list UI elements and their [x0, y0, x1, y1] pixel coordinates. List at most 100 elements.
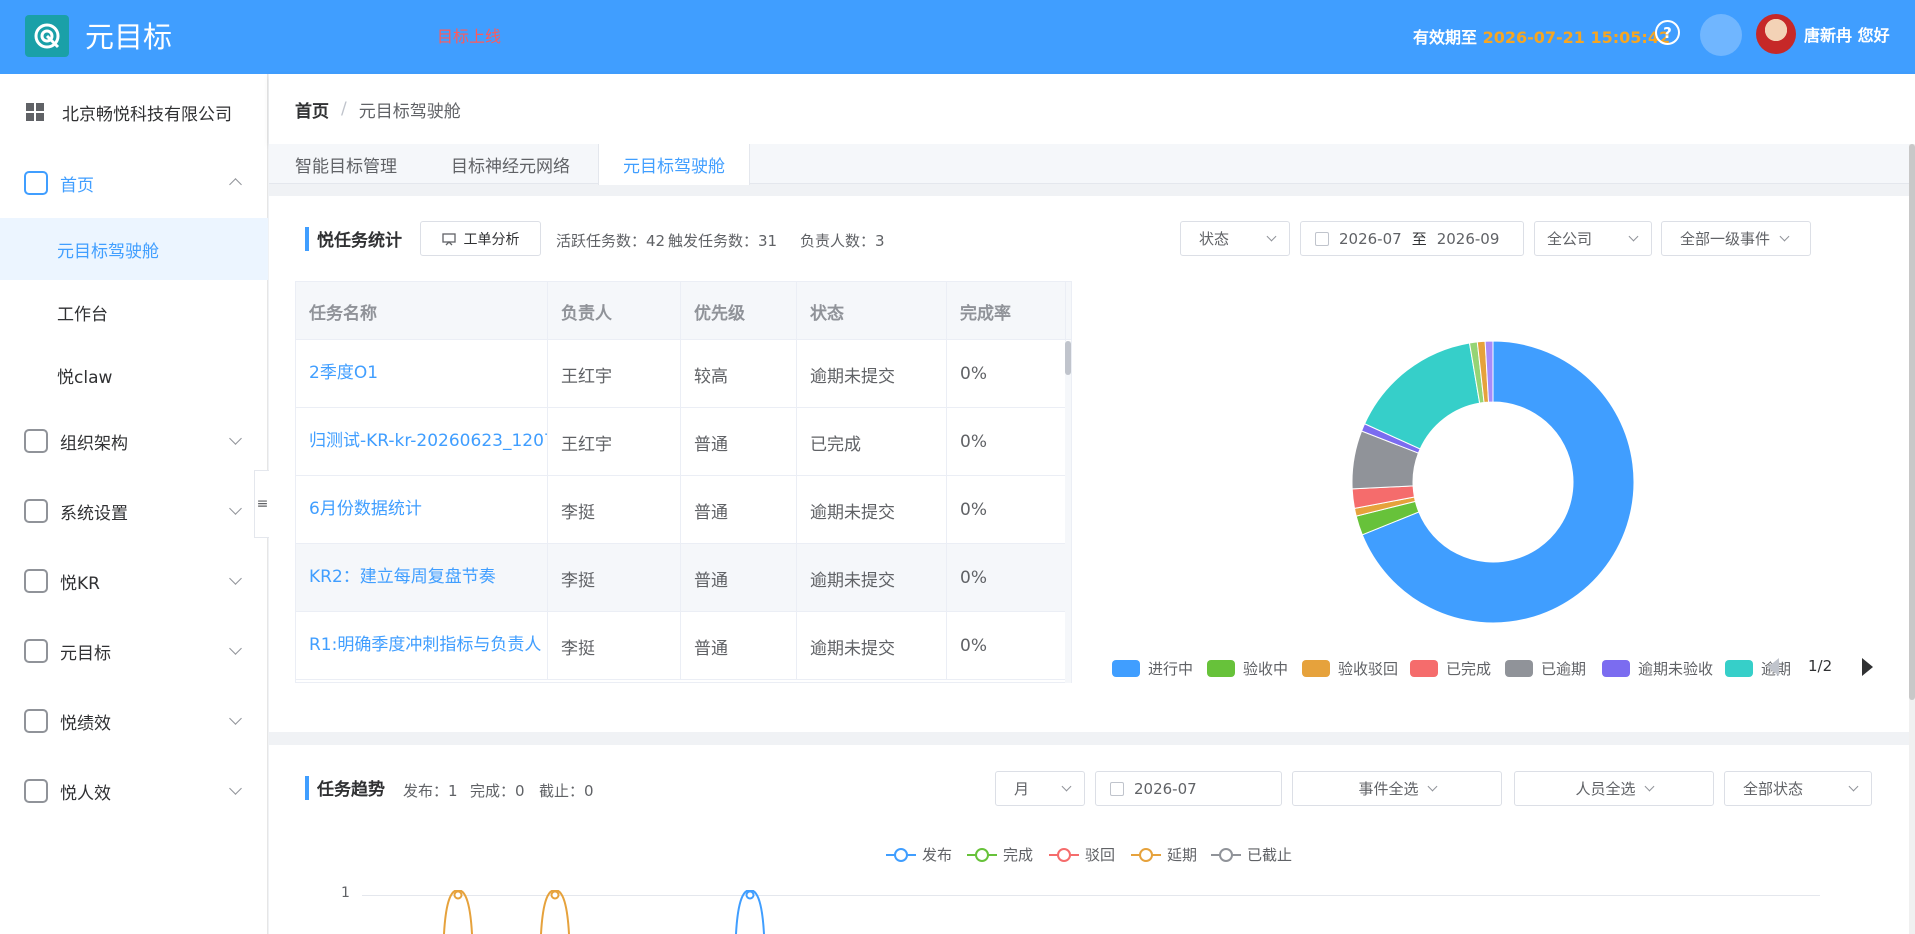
legend-marker-icon [1211, 847, 1241, 862]
month-picker[interactable]: 2026-07 [1095, 771, 1282, 806]
breadcrumb-home[interactable]: 首页 [295, 97, 329, 122]
legend-deadline[interactable]: 已截止 [1211, 844, 1292, 865]
task-status-donut-chart [1351, 340, 1635, 624]
legend-label: 进行中 [1148, 660, 1194, 678]
app-logo[interactable] [25, 15, 69, 57]
sidebar-item-claw[interactable]: 悦claw [0, 344, 268, 406]
person-filter-select[interactable]: 人员全选 [1514, 771, 1714, 806]
task-name-link[interactable]: 归测试-KR-kr-20260623_1207 [296, 408, 548, 476]
legend-next-icon[interactable] [1862, 658, 1873, 676]
company-select[interactable]: 全公司 [1534, 221, 1652, 256]
legend-item[interactable]: 进行中 [1112, 658, 1193, 679]
user-avatar[interactable] [1756, 14, 1796, 54]
ticket-analysis-button[interactable]: 工单分析 [420, 221, 541, 256]
column-header[interactable]: 任务名称 [296, 282, 548, 340]
table-row[interactable]: 6月份数据统计 李挺 普通 逾期未提交 0% [296, 476, 1066, 544]
active-task-count: 活跃任务数：42 [556, 232, 666, 250]
event-select[interactable]: 全部一级事件 [1661, 221, 1811, 256]
column-header[interactable]: 负责人 [548, 282, 681, 340]
legend-label: 已完成 [1446, 660, 1492, 678]
delayed-point [550, 890, 560, 900]
period-select[interactable]: 月 [995, 771, 1085, 806]
published-point [745, 890, 755, 900]
legend-rejected[interactable]: 驳回 [1049, 844, 1115, 865]
table-row[interactable]: 归测试-KR-kr-20260623_1207 王红宇 普通 已完成 0% [296, 408, 1066, 476]
table-row[interactable]: R1:明确季度冲刺指标与负责人 李挺 普通 逾期未提交 0% [296, 612, 1066, 680]
task-name-link[interactable]: 2季度O1 [296, 340, 548, 408]
legend-label: 验收驳回 [1338, 660, 1399, 678]
chevron-down-icon [229, 642, 242, 655]
select-value: 事件全选 [1358, 780, 1419, 798]
section-title: 悦任务统计 [317, 231, 402, 251]
column-header[interactable]: 状态 [797, 282, 947, 340]
table-row[interactable]: 2季度O1 王红宇 较高 逾期未提交 0% [296, 340, 1066, 408]
task-name-link[interactable]: KR2：建立每周复盘节奏 [296, 544, 548, 612]
menu-meta-goal[interactable]: 元目标 [0, 626, 268, 676]
delayed-point [453, 890, 463, 900]
menu-settings[interactable]: 系统设置 [0, 486, 268, 536]
chevron-down-icon [229, 572, 242, 585]
column-header[interactable]: 优先级 [681, 282, 797, 340]
help-icon[interactable]: ? [1655, 20, 1680, 45]
legend-marker-icon [967, 847, 997, 862]
brain-icon[interactable] [1700, 14, 1742, 56]
legend-item[interactable]: 验收驳回 [1302, 658, 1398, 679]
owner-count: 负责人数：3 [800, 232, 885, 250]
expire-info: 有效期至 2026-07-21 15:05:42 [1413, 24, 1670, 48]
table-cell: 普通 [681, 612, 797, 680]
status-filter-select[interactable]: 全部状态 [1724, 771, 1872, 806]
menu-people[interactable]: 悦人效 [0, 766, 268, 816]
deadline-count: 截止：0 [539, 782, 594, 800]
legend-prev-icon[interactable] [1768, 658, 1779, 676]
chevron-down-icon [1628, 231, 1639, 242]
table-scroll-thumb[interactable] [1065, 341, 1071, 375]
company-switcher[interactable]: 北京畅悦科技有限公司 [0, 90, 268, 134]
menu-org[interactable]: 组织架构 [0, 416, 268, 466]
legend-completed[interactable]: 完成 [967, 844, 1033, 865]
table-scrollbar[interactable] [1065, 341, 1071, 683]
tab-neuron-network[interactable]: 目标神经元网络 [451, 144, 570, 184]
task-trend-title: 任务趋势 [305, 775, 385, 800]
table-cell: 0% [947, 340, 1066, 408]
status-select[interactable]: 状态 [1180, 221, 1290, 256]
section-title: 任务趋势 [317, 780, 385, 800]
page-scroll-thumb[interactable] [1909, 144, 1915, 700]
legend-item[interactable]: 已完成 [1410, 658, 1491, 679]
menu-home[interactable]: 首页 [0, 158, 268, 208]
legend-label: 已截止 [1247, 846, 1293, 864]
sidebar-collapse-button[interactable]: ≡ [254, 470, 270, 538]
column-header[interactable]: 完成率 [947, 282, 1066, 340]
event-filter-select[interactable]: 事件全选 [1292, 771, 1502, 806]
sidebar-item-workbench[interactable]: 工作台 [0, 281, 268, 343]
task-name-link[interactable]: 6月份数据统计 [296, 476, 548, 544]
header-notice[interactable]: 目标上线 [437, 23, 501, 47]
legend-item[interactable]: 已逾期 [1505, 658, 1586, 679]
trend-line-chart [443, 890, 765, 934]
home-icon [24, 171, 48, 195]
date-range-separator: 至 [1411, 230, 1427, 248]
menu-performance[interactable]: 悦绩效 [0, 696, 268, 746]
legend-published[interactable]: 发布 [886, 844, 952, 865]
sidebar-item-cockpit[interactable]: 元目标驾驶舱 [0, 218, 268, 280]
legend-delayed[interactable]: 延期 [1131, 844, 1197, 865]
menu-kr[interactable]: 悦KR [0, 556, 268, 606]
legend-marker-icon [1049, 847, 1079, 862]
app-title: 元目标 [85, 20, 173, 54]
task-name-link[interactable]: R1:明确季度冲刺指标与负责人 [296, 612, 548, 680]
user-greeting[interactable]: 唐新冉 您好 [1804, 22, 1890, 46]
tab-smart-goal[interactable]: 智能目标管理 [295, 144, 397, 184]
table-header: 任务名称 负责人 优先级 状态 完成率 [296, 282, 1071, 340]
table-row[interactable]: KR2：建立每周复盘节奏 李挺 普通 逾期未提交 0% [296, 544, 1066, 612]
chevron-down-icon [1644, 781, 1654, 792]
page-tabs: 智能目标管理 目标神经元网络 元目标驾驶舱 [269, 144, 1915, 185]
target-icon [24, 569, 48, 593]
chevron-down-icon [229, 432, 242, 445]
legend-label: 发布 [922, 846, 953, 864]
calendar-icon [1315, 231, 1329, 246]
legend-item[interactable]: 逾期 [1725, 658, 1793, 679]
date-range-picker[interactable]: 2026-07 至 2026-09 [1300, 221, 1524, 256]
legend-item[interactable]: 验收中 [1207, 658, 1288, 679]
tab-cockpit[interactable]: 元目标驾驶舱 [598, 144, 750, 185]
y-axis-tick: 1 [341, 885, 350, 901]
legend-item[interactable]: 逾期未验收 [1602, 658, 1713, 679]
